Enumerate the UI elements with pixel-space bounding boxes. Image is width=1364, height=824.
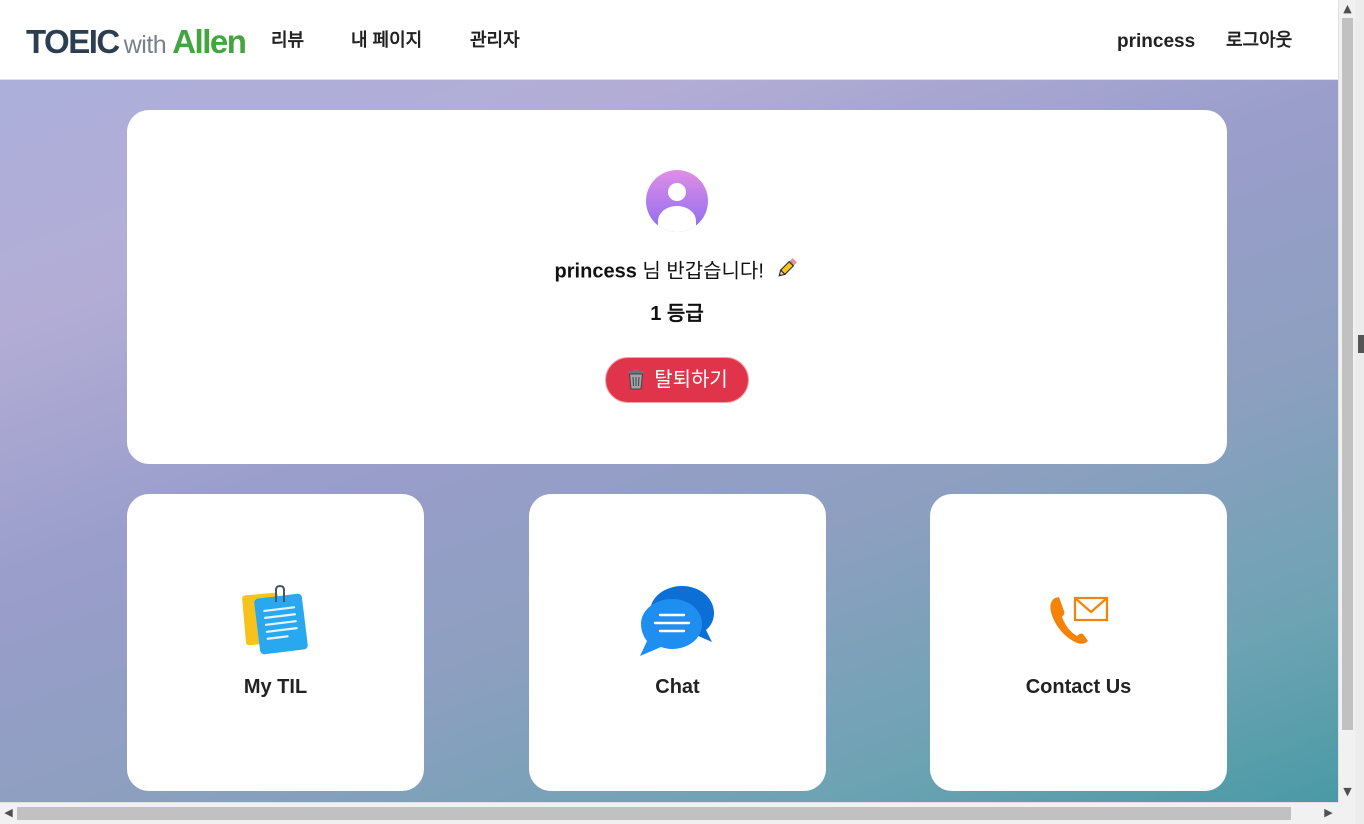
nav-link-review[interactable]: 리뷰	[271, 28, 304, 52]
chat-bubble-icon	[640, 584, 714, 656]
avatar-head	[668, 183, 686, 201]
card-my-til[interactable]: My TIL	[127, 494, 424, 791]
logout-link[interactable]: 로그아웃	[1226, 28, 1292, 52]
notepad-icon	[240, 584, 312, 656]
nav-link-admin[interactable]: 관리자	[470, 28, 520, 52]
page-viewport: TOEIC with Allen 리뷰 내 페이지 관리자 princess 로그아…	[0, 0, 1338, 802]
card-contact-us[interactable]: Contact Us	[930, 494, 1227, 791]
logo-with: with	[123, 31, 167, 59]
nav-link-my-page[interactable]: 내 페이지	[351, 28, 422, 52]
scroll-right-arrow-icon[interactable]: ▶	[1320, 806, 1337, 820]
logo-toeic: TOEIC	[26, 23, 120, 60]
scroll-left-arrow-icon[interactable]: ◀	[0, 806, 17, 820]
grade-text: 1 등급	[650, 303, 704, 325]
horizontal-scroll-thumb[interactable]	[17, 807, 1291, 820]
scroll-up-arrow-icon[interactable]: ▲	[1339, 2, 1356, 16]
withdraw-button[interactable]: 탈퇴하기	[605, 357, 749, 403]
vertical-scroll-thumb[interactable]	[1342, 18, 1353, 730]
greeting-text: princess 님 반갑습니다!	[127, 256, 1227, 288]
card-label-chat: Chat	[655, 676, 700, 698]
avatar	[646, 170, 708, 232]
avatar-body	[658, 206, 696, 232]
card-label-my-til: My TIL	[243, 676, 308, 698]
background-window-mark	[1358, 335, 1364, 353]
horizontal-scrollbar[interactable]: ◀ ▶	[0, 802, 1338, 824]
card-chat[interactable]: Chat	[529, 494, 826, 791]
background-window-strip	[1355, 0, 1364, 824]
greeting-suffix: 님 반갑습니다!	[642, 260, 764, 283]
vertical-scrollbar[interactable]: ▲ ▼	[1338, 0, 1355, 802]
scrollbar-corner	[1338, 802, 1355, 824]
phone-mail-icon	[1043, 584, 1115, 656]
greeting-username: princess	[554, 260, 637, 283]
withdraw-label: 탈퇴하기	[654, 369, 728, 391]
logo-allen: Allen	[172, 23, 247, 60]
profile-card: princess 님 반갑습니다! 1 등급 탈퇴하기	[127, 110, 1227, 464]
pencil-icon[interactable]	[775, 256, 799, 288]
card-label-contact-us: Contact Us	[1025, 676, 1132, 698]
top-navbar: TOEIC with Allen 리뷰 내 페이지 관리자 princess 로그아…	[0, 0, 1338, 80]
trash-icon	[626, 362, 646, 406]
nav-username: princess	[1117, 31, 1196, 52]
site-logo[interactable]: TOEIC with Allen	[26, 22, 247, 65]
scroll-down-arrow-icon[interactable]: ▼	[1339, 785, 1356, 799]
